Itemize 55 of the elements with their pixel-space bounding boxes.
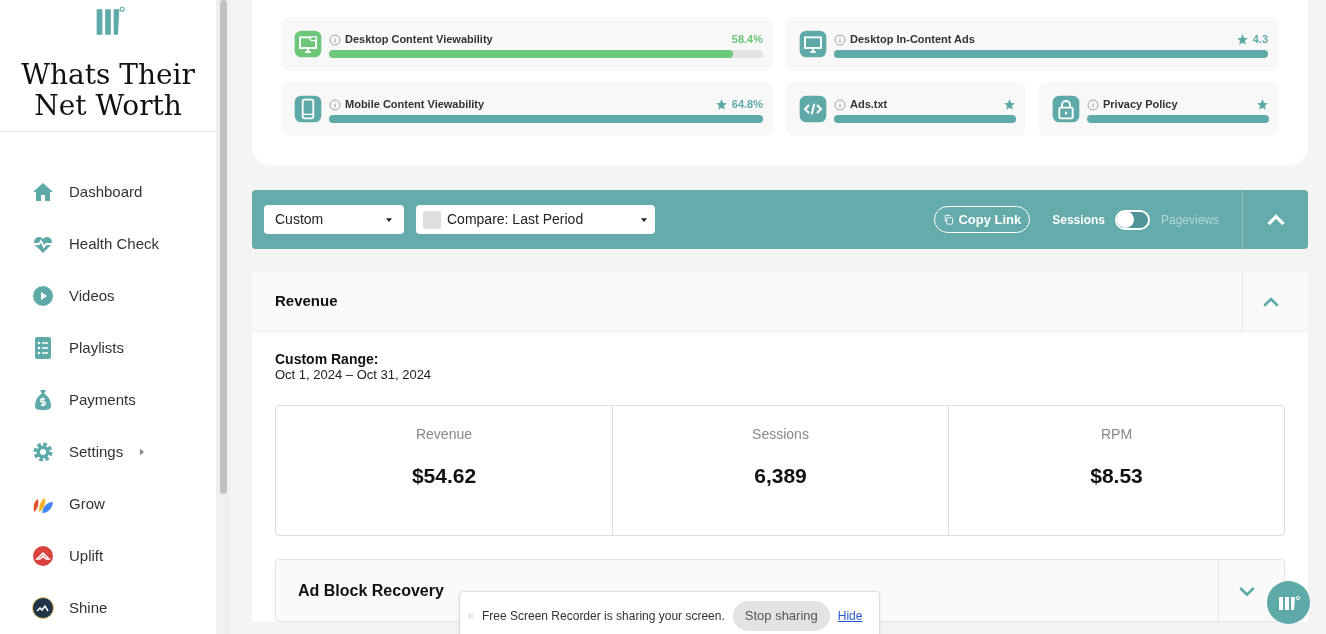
lock-icon <box>1050 93 1082 125</box>
metric-label: Mobile Content Viewability <box>345 97 486 113</box>
section-title: Revenue <box>275 291 339 312</box>
mobile-icon <box>292 93 324 125</box>
brand-name: Whats Their Net Worth <box>20 59 196 121</box>
metric-label: Ads.txt <box>850 97 889 113</box>
dropdown-caret-icon <box>385 215 393 224</box>
logo-icon <box>1277 594 1300 611</box>
sidebar-item[interactable]: Payments <box>0 374 216 426</box>
sidebar-item[interactable]: Playlists <box>0 322 216 374</box>
uplift-icon <box>31 543 55 569</box>
range-dropdown[interactable]: Custom <box>264 205 404 234</box>
compare-dropdown[interactable]: Compare: Last Period <box>416 205 655 234</box>
checkbox[interactable] <box>423 210 441 229</box>
metric-value: 4.3 <box>1252 32 1268 48</box>
stat-value: $54.62 <box>411 463 477 489</box>
stat-value: 6,389 <box>754 463 807 489</box>
info-icon <box>329 98 341 111</box>
monitor-icon <box>292 28 324 60</box>
date-range: Oct 1, 2024 – Oct 31, 2024 <box>275 367 433 382</box>
section-title: Ad Block Recovery <box>298 580 445 601</box>
info-icon <box>1087 98 1099 111</box>
hide-link[interactable]: Hide <box>837 607 863 625</box>
metric-label: Privacy Policy <box>1103 97 1179 113</box>
scrollbar-thumb[interactable] <box>219 0 227 494</box>
sidebar-item[interactable]: Settings <box>0 426 216 478</box>
dropdown-caret-icon <box>640 215 648 224</box>
stop-sharing-button[interactable]: Stop sharing <box>732 601 830 631</box>
sidebar-item[interactable]: Uplift <box>0 530 216 582</box>
info-icon <box>834 98 846 111</box>
sidebar-item[interactable]: Grow <box>0 478 216 530</box>
metric-value: 58.4% <box>731 32 763 48</box>
info-icon <box>834 33 846 46</box>
toggle-label: Pageviews <box>1160 211 1219 229</box>
sidebar-item[interactable]: Shine <box>0 582 216 634</box>
monitor-icon <box>797 28 829 60</box>
stat-label: Sessions <box>752 425 809 444</box>
range-label: Custom Range: <box>275 351 380 367</box>
stat-label: Revenue <box>415 425 472 444</box>
sidebar-item[interactable]: Health Check <box>0 218 216 270</box>
share-message: Free Screen Recorder is sharing your screen. <box>482 608 725 625</box>
view-toggle[interactable] <box>1114 209 1150 230</box>
copy-icon <box>943 214 955 225</box>
shine-icon <box>31 595 55 621</box>
metric-label: Desktop Content Viewability <box>345 32 494 48</box>
info-icon <box>329 33 341 46</box>
sidebar-item[interactable]: Dashboard <box>0 166 216 218</box>
metric-label: Desktop In-Content Ads <box>850 32 976 48</box>
stat-label: RPM <box>1100 425 1133 444</box>
metric-value: 64.8% <box>731 97 763 113</box>
sidebar-item[interactable]: Videos <box>0 270 216 322</box>
code-icon <box>797 93 829 125</box>
play-icon <box>31 283 55 309</box>
toggle-label: Sessions <box>1052 211 1105 229</box>
stat-value: $8.53 <box>1090 463 1143 489</box>
